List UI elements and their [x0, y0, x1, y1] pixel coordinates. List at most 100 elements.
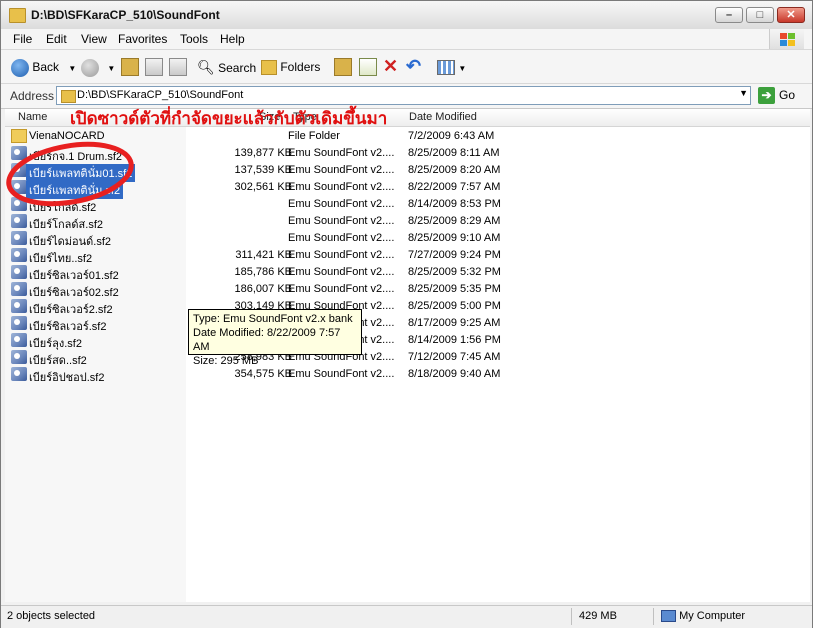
file-row[interactable]: เบียร์อิปชอป.sf2 354,575 KB Emu SoundFont … [5, 366, 605, 384]
file-date: 8/17/2009 9:25 AM [408, 317, 501, 329]
file-type: Emu SoundFont v2.... [288, 215, 395, 227]
menu-favorites[interactable]: Favorites [118, 32, 167, 46]
file-type: Emu SoundFont v2.... [288, 283, 395, 295]
file-date: 8/22/2009 7:57 AM [408, 181, 501, 193]
go-button[interactable]: ➔ Go [758, 87, 795, 104]
minimize-button[interactable]: – [715, 7, 743, 23]
red-highlight-ellipse [6, 141, 134, 207]
move-to-icon[interactable] [145, 58, 163, 76]
my-computer-icon [661, 610, 676, 623]
file-name: เบียร์อิปชอป.sf2 [29, 372, 105, 384]
menu-file[interactable]: File [13, 32, 32, 46]
file-type: Emu SoundFont v2.... [288, 164, 395, 176]
chevron-down-icon: ▼ [107, 64, 116, 73]
soundfont-file-icon [11, 333, 27, 347]
file-date: 8/14/2009 8:53 PM [408, 198, 501, 210]
views-icon [437, 60, 455, 76]
menu-bar: File Edit View Favorites Tools Help [1, 29, 812, 50]
soundfont-file-icon [11, 231, 27, 245]
soundfont-file-icon [11, 282, 27, 296]
soundfont-file-icon [11, 316, 27, 330]
search-icon: 🔍︎ [197, 59, 215, 75]
chevron-down-icon: ▼ [68, 64, 77, 73]
file-type: Emu SoundFont v2.... [288, 198, 395, 210]
file-date: 8/25/2009 8:29 AM [408, 215, 501, 227]
file-size: 354,575 KB [234, 368, 293, 380]
folders-button[interactable]: Folders [261, 57, 320, 77]
views-button[interactable]: ▼ [437, 57, 466, 77]
soundfont-file-icon [11, 299, 27, 313]
chevron-down-icon[interactable]: ▼ [739, 88, 748, 98]
window-title: D:\BD\SFKaraCP_510\SoundFont [31, 8, 220, 22]
maximize-button[interactable]: □ [746, 7, 774, 23]
folder-icon [9, 8, 26, 23]
file-date: 8/25/2009 8:11 AM [408, 147, 500, 159]
file-size: 302,561 KB [234, 181, 293, 193]
delete-icon[interactable]: ✕ [383, 57, 398, 77]
file-size: 185,786 KB [234, 266, 293, 278]
file-list-view[interactable]: Name Size Type Date Modified VienaNOCARD… [5, 109, 810, 602]
file-date: 7/12/2009 7:45 AM [408, 351, 501, 363]
file-date: 8/14/2009 1:56 PM [408, 334, 501, 346]
title-bar[interactable]: D:\BD\SFKaraCP_510\SoundFont – □ ✕ [1, 1, 812, 30]
move-to-folder-icon[interactable] [334, 58, 352, 76]
column-date-modified[interactable]: Date Modified [409, 111, 477, 123]
file-size: 139,877 KB [234, 147, 293, 159]
menu-view[interactable]: View [81, 32, 107, 46]
file-tooltip: Type: Emu SoundFont v2.x bank Date Modif… [188, 309, 362, 367]
file-size: 137,539 KB [234, 164, 293, 176]
file-date: 8/25/2009 5:00 PM [408, 300, 501, 312]
file-row[interactable]: เบียร์ไทย..sf2 311,421 KB Emu SoundFont v2… [5, 247, 605, 265]
file-date: 8/18/2009 9:40 AM [408, 368, 501, 380]
file-date: 7/27/2009 9:24 PM [408, 249, 501, 261]
annotation-text: เปิดซาวด์ตัวที่กำจัดขยะแล้วกับตัวเดิมขึ้… [70, 109, 388, 128]
windows-logo-icon [769, 29, 804, 49]
file-type: Emu SoundFont v2.... [288, 368, 395, 380]
toolbar: Back ▼ ▼ 🔍︎ Search Folders ✕ ↶ ▼ [1, 50, 812, 84]
go-arrow-icon: ➔ [758, 87, 775, 104]
file-row[interactable]: เบียร์ซิลเวอร์01.sf2 185,786 KB Emu SoundF… [5, 264, 605, 282]
folders-icon [261, 60, 277, 76]
file-date: 8/25/2009 5:32 PM [408, 266, 501, 278]
file-row[interactable]: เบียร์ไดม่อนด์.sf2 Emu SoundFont v2.... 8/… [5, 230, 605, 248]
file-row[interactable]: เบียร์ซิลเวอร์02.sf2 186,007 KB Emu SoundF… [5, 281, 605, 299]
undo-icon[interactable]: ↶ [406, 57, 421, 77]
address-label: Address [10, 89, 55, 103]
file-type: Emu SoundFont v2.... [288, 147, 395, 159]
address-value: D:\BD\SFKaraCP_510\SoundFont [77, 89, 244, 101]
column-name[interactable]: Name [18, 111, 47, 123]
soundfont-file-icon [11, 265, 27, 279]
file-date: 8/25/2009 5:35 PM [408, 283, 501, 295]
close-button[interactable]: ✕ [777, 7, 805, 23]
address-input[interactable]: D:\BD\SFKaraCP_510\SoundFont ▼ [56, 86, 751, 105]
status-bar: 2 objects selected 429 MB My Computer [1, 605, 812, 628]
status-divider [653, 608, 654, 625]
status-selection: 2 objects selected [7, 610, 96, 622]
menu-help[interactable]: Help [220, 32, 245, 46]
copy-to-folder-icon[interactable] [359, 58, 377, 76]
up-folder-icon[interactable] [121, 58, 139, 76]
file-size: 186,007 KB [234, 283, 293, 295]
status-size: 429 MB [579, 610, 617, 622]
forward-button[interactable]: ▼ [81, 57, 115, 77]
soundfont-file-icon [11, 367, 27, 381]
back-button[interactable]: Back ▼ [11, 57, 76, 77]
search-button[interactable]: 🔍︎ Search [197, 57, 256, 77]
menu-tools[interactable]: Tools [180, 32, 208, 46]
file-type: Emu SoundFont v2.... [288, 249, 395, 261]
file-type: Emu SoundFont v2.... [288, 181, 395, 193]
file-date: 8/25/2009 8:20 AM [408, 164, 501, 176]
chevron-down-icon: ▼ [458, 64, 467, 73]
status-divider [571, 608, 572, 625]
cut-icon[interactable] [169, 58, 187, 76]
explorer-window: D:\BD\SFKaraCP_510\SoundFont – □ ✕ File … [0, 0, 813, 628]
soundfont-file-icon [11, 350, 27, 364]
folder-icon [61, 90, 76, 103]
file-type: Emu SoundFont v2.... [288, 266, 395, 278]
file-date: 8/25/2009 9:10 AM [408, 232, 501, 244]
menu-edit[interactable]: Edit [46, 32, 67, 46]
back-arrow-icon [11, 58, 29, 77]
file-type: Emu SoundFont v2.... [288, 232, 395, 244]
file-date: 7/2/2009 6:43 AM [408, 130, 495, 142]
status-location: My Computer [661, 610, 745, 623]
